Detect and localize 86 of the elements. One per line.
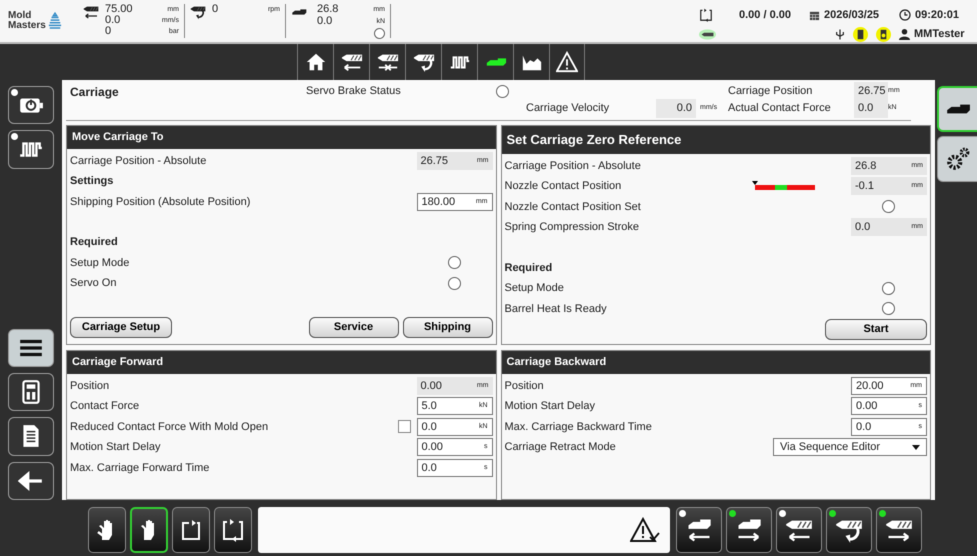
mode-button[interactable]: [172, 507, 210, 553]
side-button[interactable]: [8, 372, 54, 412]
square-arrow-icon: [179, 518, 203, 542]
disk-card-icon: [876, 26, 891, 42]
nozzle-rotate-icon: [190, 4, 206, 20]
readout-value: 0: [212, 4, 220, 15]
motion-button[interactable]: [776, 507, 822, 553]
clock-icon: [899, 9, 911, 21]
usb-icon: [835, 28, 845, 40]
readout-value: 0.0: [105, 15, 122, 26]
motion-button[interactable]: [676, 507, 722, 553]
side-button[interactable]: [8, 328, 54, 367]
side-tab[interactable]: [937, 86, 977, 132]
section-heading: Settings: [70, 174, 114, 189]
nozzle-status-icon: [699, 28, 716, 40]
field-label: Max. Carriage Backward Time: [504, 420, 653, 434]
date-text: 2026/03/25: [824, 8, 880, 23]
field-label: Motion Start Delay: [504, 399, 596, 414]
field-label: Barrel Heat Is Ready: [504, 302, 608, 316]
field-label: Max. Carriage Forward Time: [70, 460, 210, 476]
motion-button[interactable]: [726, 507, 772, 553]
nozzle-arrow-icon: [83, 4, 99, 20]
field-label: Contact Force: [70, 399, 140, 414]
action-button[interactable]: Shipping: [402, 317, 492, 338]
field-label: Nozzle Contact Position Set: [504, 200, 642, 214]
field-label: Nozzle Contact Position: [504, 179, 622, 194]
mode-button[interactable]: [130, 507, 168, 553]
cycle-time: 0.00 / 0.00: [739, 8, 792, 23]
field-label: Servo On: [70, 276, 118, 291]
status-label: Carriage Velocity: [525, 101, 610, 116]
square-arrows-icon: [221, 518, 245, 542]
logo-text: Mold Masters: [8, 11, 46, 31]
caret-icon: [912, 444, 920, 450]
logo-icon: [48, 12, 62, 30]
action-button[interactable]: Service: [308, 317, 398, 338]
field-label: Position: [504, 378, 545, 394]
readout-value: 0.0: [656, 99, 696, 118]
field-label: Reduced Contact Force With Mold Open: [70, 420, 270, 434]
mode-button[interactable]: [88, 507, 126, 553]
square-arrows-icon: [699, 8, 713, 22]
range-bar: [755, 185, 815, 190]
field-label: Carriage Retract Mode: [504, 440, 617, 455]
action-button[interactable]: Carriage Setup: [70, 317, 172, 338]
side-button[interactable]: [8, 417, 54, 456]
field-label: Setup Mode: [504, 281, 565, 296]
dropdown[interactable]: Via Sequence Editor: [773, 438, 927, 456]
storage-card-icon: [853, 26, 868, 42]
user-name: MMTester: [914, 26, 965, 42]
field-label: Motion Start Delay: [70, 440, 162, 455]
side-button[interactable]: [8, 86, 54, 124]
readout-value: 0.0: [317, 16, 334, 28]
action-button[interactable]: Start: [825, 319, 927, 340]
warning-check-icon: [630, 517, 660, 543]
field-label: Position: [70, 378, 110, 394]
field-label: Setup Mode: [70, 256, 130, 270]
field-label: Spring Compression Stroke: [504, 220, 640, 235]
calendar-icon: [809, 10, 820, 20]
field-label: Carriage Position - Absolute: [504, 158, 642, 174]
field-label: Carriage Position - Absolute: [70, 154, 208, 168]
readout-value: 75.00: [105, 4, 134, 15]
side-button[interactable]: [8, 462, 54, 500]
readout-value: 0.0: [854, 99, 888, 118]
panel-title: Set Carriage Zero Reference: [502, 126, 930, 154]
panel-title: Carriage Forward: [67, 351, 496, 374]
status-label: Carriage Position: [728, 84, 814, 100]
status-label: Servo Brake Status: [306, 84, 402, 100]
side-tab[interactable]: [937, 136, 977, 182]
readout-value: 26.8: [317, 4, 340, 16]
time-text: 09:20:01: [915, 8, 960, 23]
user-icon: [899, 28, 910, 40]
status-label: Actual Contact Force: [728, 101, 832, 116]
side-button[interactable]: [8, 130, 54, 169]
motion-button[interactable]: [826, 507, 872, 553]
mode-button[interactable]: [214, 507, 252, 553]
section-heading: Required: [70, 235, 118, 250]
panel-title: Move Carriage To: [67, 126, 496, 148]
panel-title: Carriage Backward: [502, 351, 930, 374]
readout-value: 0: [105, 26, 112, 37]
motion-button[interactable]: [876, 507, 922, 553]
home-icon: [304, 51, 326, 73]
field-label: Shipping Position (Absolute Position): [70, 194, 252, 210]
checkbox[interactable]: [398, 420, 410, 434]
warning-icon: [556, 51, 578, 73]
gears-icon: [944, 146, 970, 172]
section-heading: Required: [504, 260, 552, 276]
section-title: Carriage: [69, 84, 120, 100]
